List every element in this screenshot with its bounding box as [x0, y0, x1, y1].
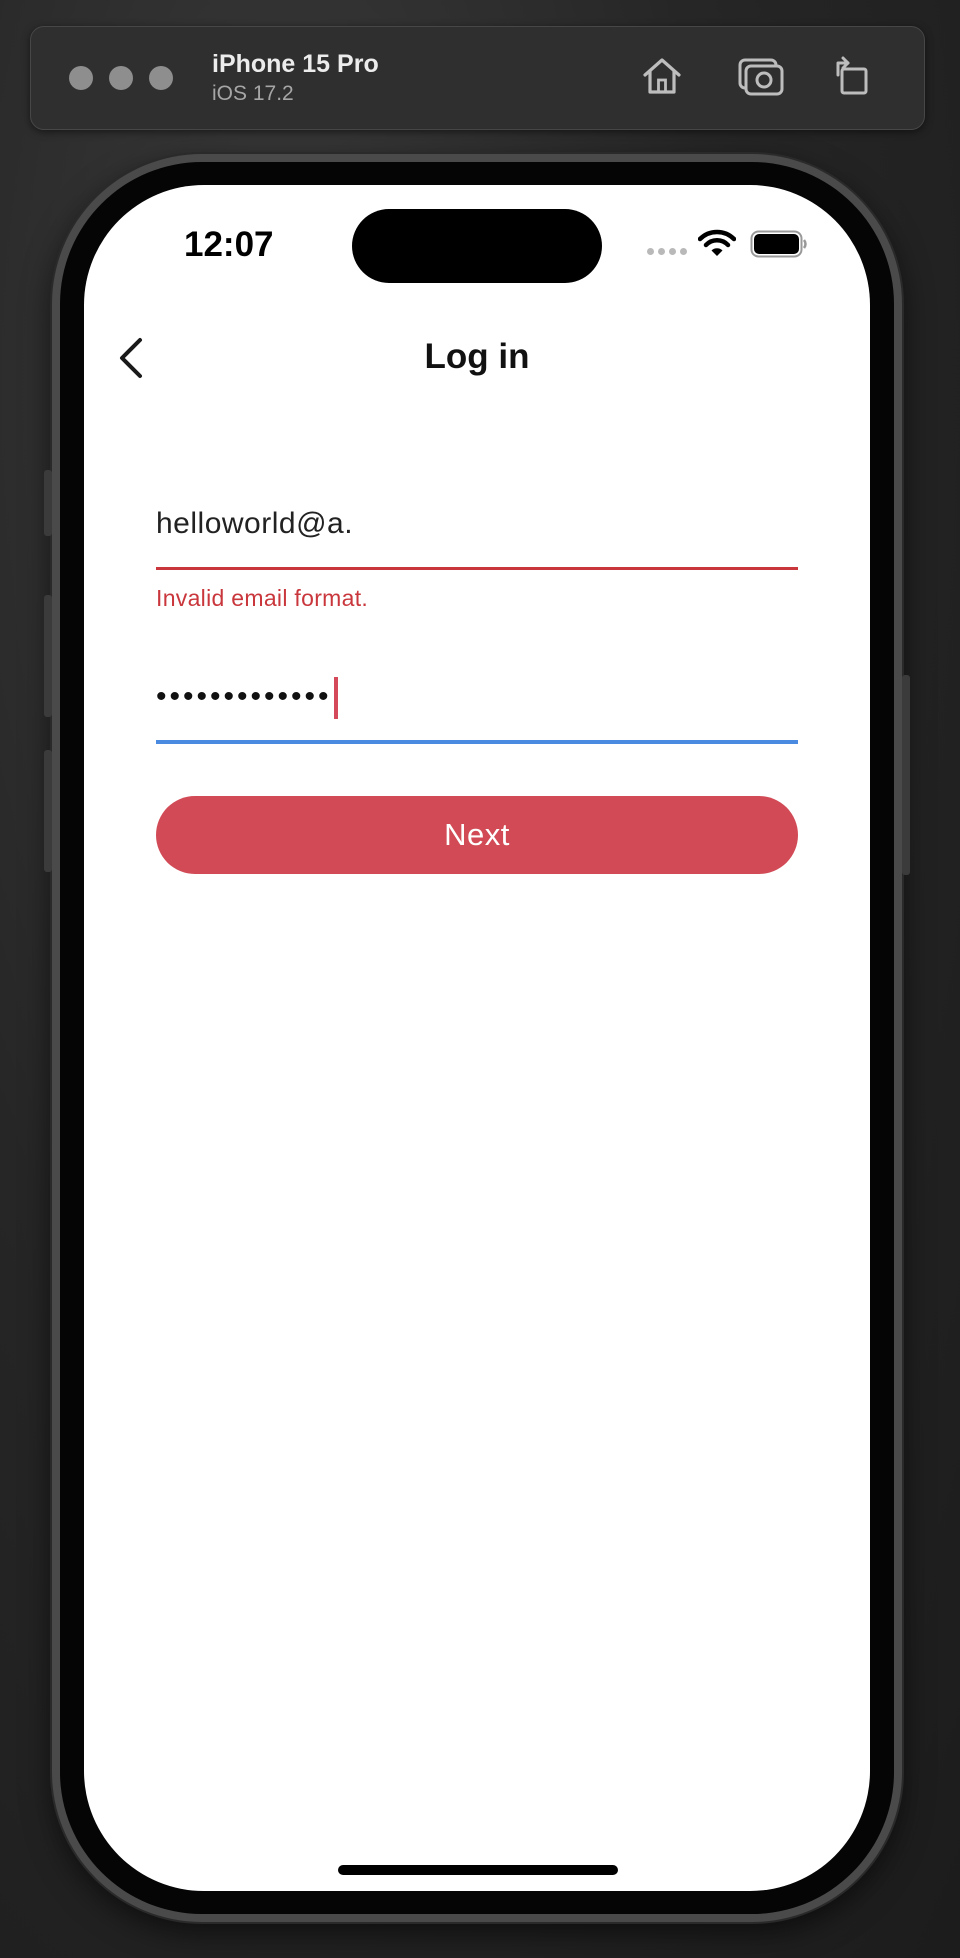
action-button[interactable]	[44, 470, 52, 536]
rotate-icon	[836, 56, 868, 95]
home-button[interactable]	[639, 54, 685, 98]
zoom-window-button[interactable]	[149, 66, 173, 90]
rotate-button[interactable]	[829, 54, 875, 98]
volume-down-button[interactable]	[44, 750, 52, 872]
password-field[interactable]: •••••••••••••	[156, 663, 798, 744]
app-screen: 12:07 Log in helloworld@a. Invalid email…	[84, 185, 870, 1891]
minimize-window-button[interactable]	[109, 66, 133, 90]
power-button[interactable]	[902, 675, 910, 875]
wifi-icon	[698, 229, 736, 256]
home-indicator[interactable]	[338, 1865, 618, 1875]
home-icon	[643, 58, 681, 94]
email-value: helloworld@a.	[156, 507, 354, 540]
screenshot-icon	[738, 58, 784, 96]
os-version: iOS 17.2	[212, 82, 294, 105]
password-dots: •••••••••••••	[156, 680, 332, 713]
screenshot-button[interactable]	[738, 54, 784, 98]
password-value: •••••••••••••	[156, 677, 338, 720]
dynamic-island	[352, 209, 602, 283]
email-error-message: Invalid email format.	[156, 585, 369, 611]
page-title: Log in	[424, 337, 530, 376]
cellular-dots-icon	[647, 248, 687, 255]
status-time: 12:07	[184, 225, 274, 264]
volume-up-button[interactable]	[44, 595, 52, 717]
close-window-button[interactable]	[69, 66, 93, 90]
text-cursor	[333, 677, 338, 720]
next-button[interactable]: Next	[156, 796, 798, 874]
device-name: iPhone 15 Pro	[212, 50, 379, 78]
email-field[interactable]: helloworld@a.	[156, 495, 798, 570]
battery-icon	[750, 230, 807, 258]
